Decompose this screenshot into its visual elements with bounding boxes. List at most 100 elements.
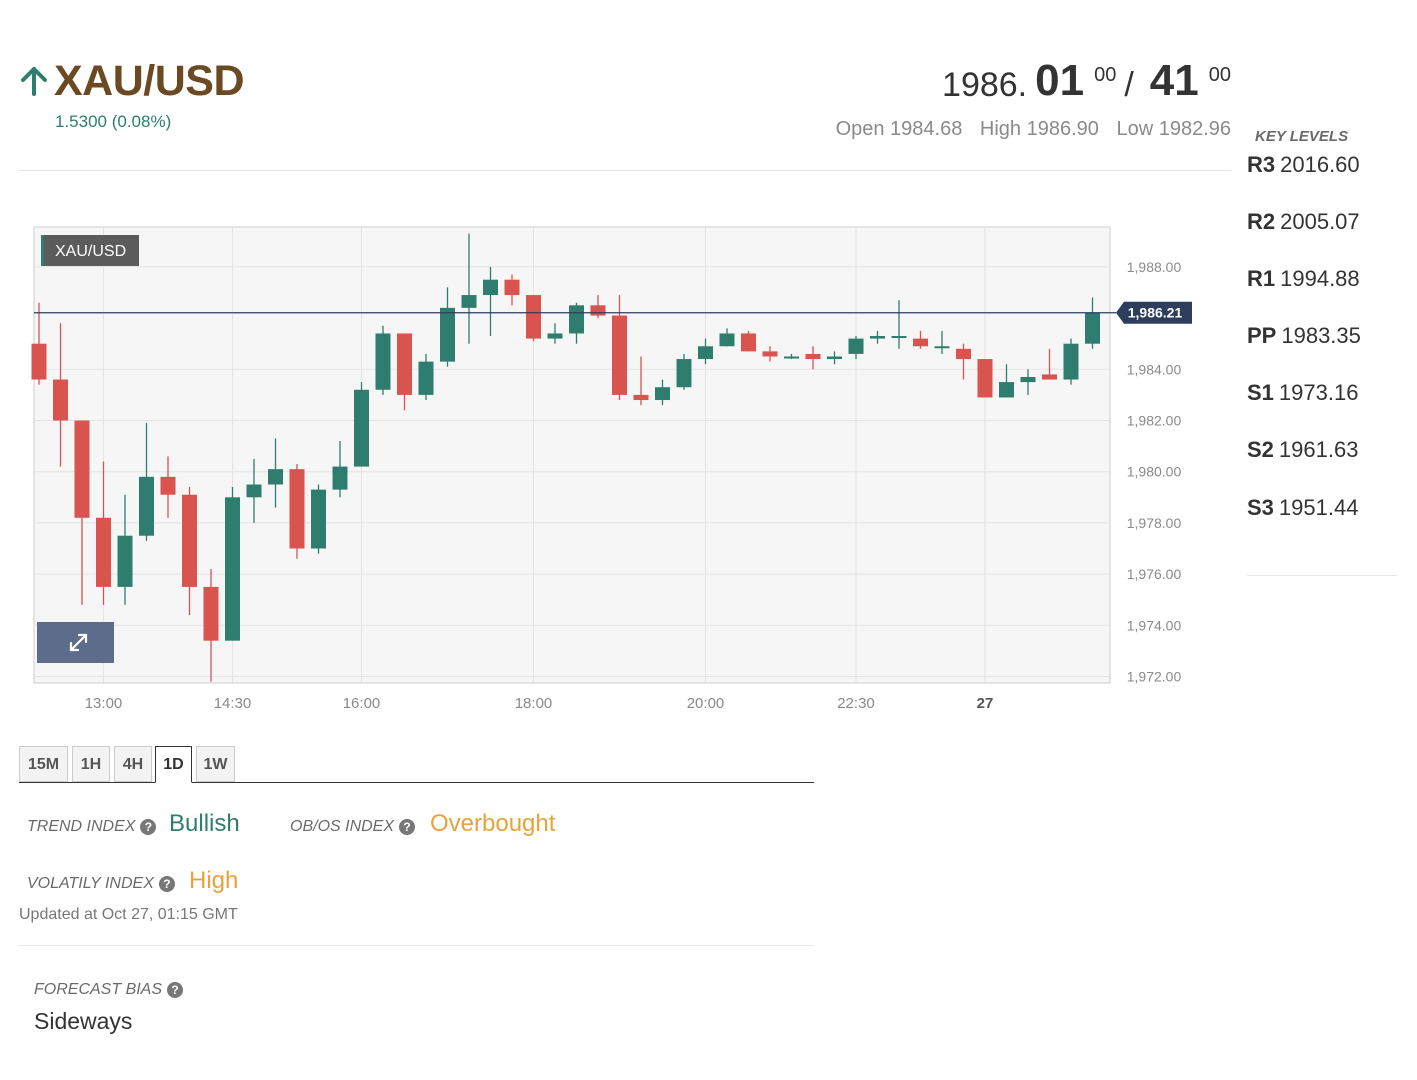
forecast-bias-value: Sideways — [34, 1008, 133, 1034]
question-circle-icon[interactable]: ? — [158, 876, 175, 892]
candle-body — [526, 295, 541, 339]
instrument-symbol: XAU/USD — [54, 57, 245, 105]
candle-body — [848, 338, 864, 354]
candle-body — [354, 389, 369, 467]
candle-body — [418, 361, 434, 395]
candle-body — [332, 466, 348, 490]
candle-body — [569, 305, 584, 334]
candle-body — [762, 351, 778, 357]
candle-body — [633, 394, 649, 401]
y-tick-label: 1,984.00 — [1127, 361, 1182, 377]
key-level-r3: R3 2016.60 — [1247, 152, 1360, 177]
candle-body — [870, 336, 885, 339]
candle-body — [96, 517, 111, 587]
question-circle-icon[interactable]: ? — [140, 819, 157, 835]
header-divider — [18, 170, 1231, 171]
bid-pips: 01 — [1035, 56, 1085, 105]
candle-body — [397, 333, 412, 395]
candle-down — [741, 330, 756, 352]
candle-body — [139, 476, 154, 536]
candle-up — [676, 353, 692, 390]
candle-up — [311, 484, 326, 554]
candle-body — [160, 476, 176, 495]
candle-body — [375, 333, 391, 390]
question-circle-icon[interactable]: ? — [399, 819, 416, 835]
candle-body — [1085, 312, 1100, 344]
updated-timestamp: Updated at Oct 27, 01:15 GMT — [19, 906, 238, 923]
legend-symbol: XAU/USD — [55, 243, 126, 260]
candle-down — [526, 295, 541, 342]
quote-block: 1986. 01 00 / 41 00 — [942, 56, 1231, 106]
candle-body — [31, 343, 47, 380]
candle-body — [1042, 374, 1057, 380]
x-tick-label: 18:00 — [515, 695, 553, 712]
section-divider — [18, 945, 814, 946]
x-tick-label: 16:00 — [343, 695, 381, 712]
volatility-index-value: High — [189, 867, 239, 894]
ask-pips: 41 — [1149, 56, 1199, 105]
y-tick-label: 1,972.00 — [1127, 669, 1182, 685]
ohl-summary: Open 1984.68 High 1986.90 Low 1982.96 — [824, 118, 1231, 141]
arrow-up-icon — [21, 67, 47, 96]
expand-button[interactable] — [37, 622, 114, 663]
candle-body — [1020, 376, 1036, 383]
x-tick-label: 13:00 — [85, 695, 123, 712]
candle-down — [977, 359, 993, 398]
candle-body — [977, 359, 993, 398]
tab-1w[interactable]: 1W — [196, 746, 235, 782]
candle-body — [246, 484, 262, 498]
candle-body — [483, 279, 498, 296]
trend-index-label: TREND INDEX ? — [27, 818, 157, 836]
key-levels-divider — [1247, 575, 1397, 576]
candle-up — [225, 487, 240, 641]
candle-body — [461, 295, 477, 308]
question-circle-icon[interactable]: ? — [167, 982, 184, 998]
key-levels-panel: KEY LEVELS R3 2016.60 R2 2005.07 R1 1994.88… — [1247, 128, 1397, 576]
candle-body — [956, 348, 971, 360]
candle-down — [289, 464, 305, 559]
low-value: Low 1982.96 — [1116, 118, 1231, 140]
bid-fraction: 00 — [1094, 64, 1117, 86]
candle-body — [719, 333, 735, 347]
y-tick-label: 1,988.00 — [1127, 259, 1182, 275]
price-change: 1.5300 (0.08%) — [55, 112, 172, 131]
tab-1h[interactable]: 1H — [72, 746, 110, 782]
price-chart[interactable]: 1,988.00 1,984.00 1,982.00 1,980.00 1,978.00… — [0, 215, 1230, 725]
current-price-tag: 1,986.21 — [1116, 301, 1192, 324]
y-tick-label: 1,980.00 — [1127, 464, 1182, 480]
candle-body — [268, 469, 283, 485]
tab-4h[interactable]: 4H — [114, 746, 152, 782]
x-tick-label: 20:00 — [687, 695, 725, 712]
x-tick-label: 14:30 — [214, 695, 252, 712]
volatility-index-label: VOLATILY INDEX ? — [27, 875, 175, 893]
timeframe-tabs: 15M 1H 4H 1D 1W — [19, 746, 814, 783]
candle-body — [53, 379, 68, 421]
plot-area — [33, 226, 1111, 684]
key-level-r1: R1 1994.88 — [1247, 266, 1360, 291]
quote-separator: / — [1124, 66, 1134, 104]
current-price-label: 1,986.21 — [1128, 305, 1183, 321]
candle-body — [311, 489, 326, 549]
candle-body — [590, 305, 606, 316]
key-level-pp: PP 1983.35 — [1247, 323, 1361, 348]
tab-15m[interactable]: 15M — [19, 746, 68, 782]
ask-fraction: 00 — [1208, 64, 1231, 86]
key-level-s3: S3 1951.44 — [1247, 495, 1359, 520]
candlestick-chart[interactable]: 1,988.00 1,984.00 1,982.00 1,980.00 1,978.00… — [0, 215, 1230, 725]
candle-up — [375, 325, 391, 395]
candle-body — [117, 535, 133, 587]
obos-index-label: OB/OS INDEX ? — [290, 818, 416, 836]
high-value: High 1986.90 — [979, 118, 1099, 140]
key-levels-title: KEY LEVELS — [1255, 128, 1349, 145]
candle-body — [440, 307, 455, 362]
key-level-s1: S1 1973.16 — [1247, 380, 1359, 405]
candle-body — [655, 387, 670, 401]
key-level-s2: S2 1961.63 — [1247, 437, 1359, 462]
candle-body — [504, 279, 520, 296]
y-tick-label: 1,978.00 — [1127, 515, 1182, 531]
open-value: Open 1984.68 — [835, 118, 963, 140]
candle-body — [891, 336, 907, 339]
candle-body — [698, 346, 713, 360]
tab-1d[interactable]: 1D — [155, 746, 192, 783]
trend-index-value: Bullish — [169, 810, 240, 837]
